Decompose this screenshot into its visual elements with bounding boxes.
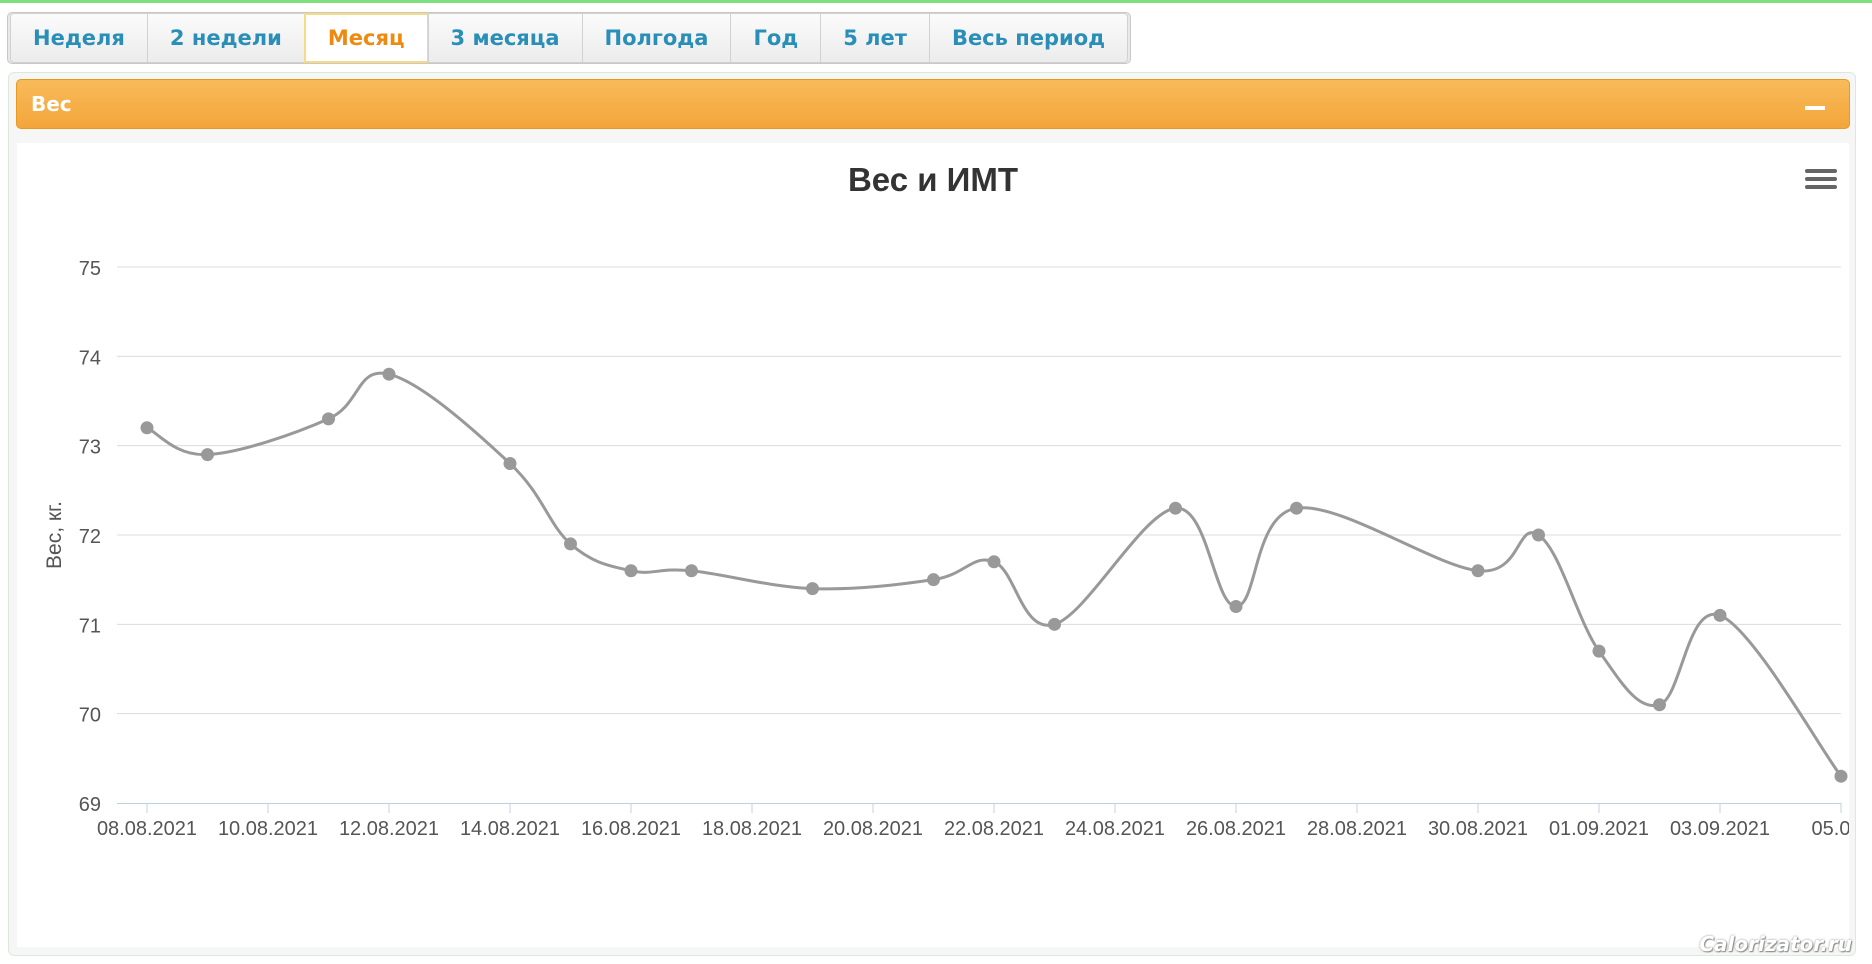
panel-header[interactable]: Вес xyxy=(16,79,1850,129)
data-point xyxy=(1713,608,1727,622)
tab-5[interactable]: Год xyxy=(730,13,822,63)
y-tick-label: 75 xyxy=(79,258,101,280)
data-point xyxy=(1229,599,1243,613)
data-point xyxy=(322,412,335,426)
data-point xyxy=(806,582,819,596)
y-tick-label: 71 xyxy=(79,615,101,637)
y-tick-label: 70 xyxy=(79,705,101,727)
series-line xyxy=(146,371,1843,778)
tab-6[interactable]: 5 лет xyxy=(820,13,930,63)
x-tick-label: 30.08.2021 xyxy=(1428,818,1528,840)
weight-panel: Вес 69 70 71 72 73 74 75 08.08.2021 10.08.2021 12… xyxy=(8,72,1870,956)
period-tabs: Неделя 2 недели Месяц 3 месяца Полгода Год 5 л… xyxy=(7,12,1132,64)
data-point xyxy=(1290,501,1303,515)
x-tick-label: 16.08.2021 xyxy=(581,818,681,840)
top-accent-line xyxy=(0,0,1872,3)
x-tick-label: 20.08.2021 xyxy=(823,818,923,840)
tab-1[interactable]: 2 недели xyxy=(146,13,305,63)
data-point xyxy=(1592,644,1606,658)
data-point xyxy=(503,457,517,471)
chart-title: Вес и ИМТ xyxy=(848,161,1018,198)
weight-chart: 69 70 71 72 73 74 75 08.08.2021 10.08.2021 12.08.… xyxy=(43,161,1870,840)
data-point xyxy=(140,421,154,435)
data-point xyxy=(1048,617,1061,631)
x-tick-label: 01.09.2021 xyxy=(1549,818,1649,840)
y-tick-label: 69 xyxy=(79,794,101,816)
x-tick-label: 22.08.2021 xyxy=(944,818,1044,840)
x-tick-label: 26.08.2021 xyxy=(1186,818,1286,840)
data-point xyxy=(564,537,577,551)
x-tick-label: 05.0… xyxy=(1812,818,1849,840)
data-point xyxy=(382,367,396,381)
watermark: Calorizator.ru xyxy=(1699,932,1852,956)
data-point xyxy=(201,448,214,462)
tab-7[interactable]: Весь период xyxy=(928,13,1129,63)
y-axis-title: Вес, кг. xyxy=(43,501,66,569)
tab-3[interactable]: 3 месяца xyxy=(427,13,583,63)
hamburger-menu-icon[interactable] xyxy=(1805,169,1837,189)
x-tick-label: 03.09.2021 xyxy=(1670,818,1770,840)
tab-0[interactable]: Неделя xyxy=(10,13,148,63)
x-tick-label: 28.08.2021 xyxy=(1307,818,1407,840)
tab-4[interactable]: Полгода xyxy=(581,13,732,63)
x-tick-label: 18.08.2021 xyxy=(702,818,802,840)
data-point xyxy=(1653,698,1666,712)
data-point xyxy=(1169,501,1182,515)
data-point xyxy=(927,573,940,587)
data-point xyxy=(1834,769,1848,783)
x-tick-label: 08.08.2021 xyxy=(97,818,197,840)
x-tick-label: 12.08.2021 xyxy=(339,818,439,840)
data-point xyxy=(685,564,698,578)
y-tick-label: 74 xyxy=(79,347,101,369)
x-tick-label: 24.08.2021 xyxy=(1065,818,1165,840)
data-point xyxy=(624,564,638,578)
y-tick-label: 72 xyxy=(79,526,101,548)
x-tick-label: 14.08.2021 xyxy=(460,818,560,840)
chart-container: 69 70 71 72 73 74 75 08.08.2021 10.08.2021 12.08.… xyxy=(17,143,1870,947)
tab-2[interactable]: Месяц xyxy=(303,13,429,63)
data-point xyxy=(987,555,1001,569)
data-point xyxy=(1532,528,1545,542)
x-tick-label: 10.08.2021 xyxy=(218,818,318,840)
y-tick-label: 73 xyxy=(79,437,101,459)
data-point xyxy=(1471,564,1485,578)
panel-title: Вес xyxy=(31,92,72,116)
minus-icon[interactable] xyxy=(1805,101,1825,113)
